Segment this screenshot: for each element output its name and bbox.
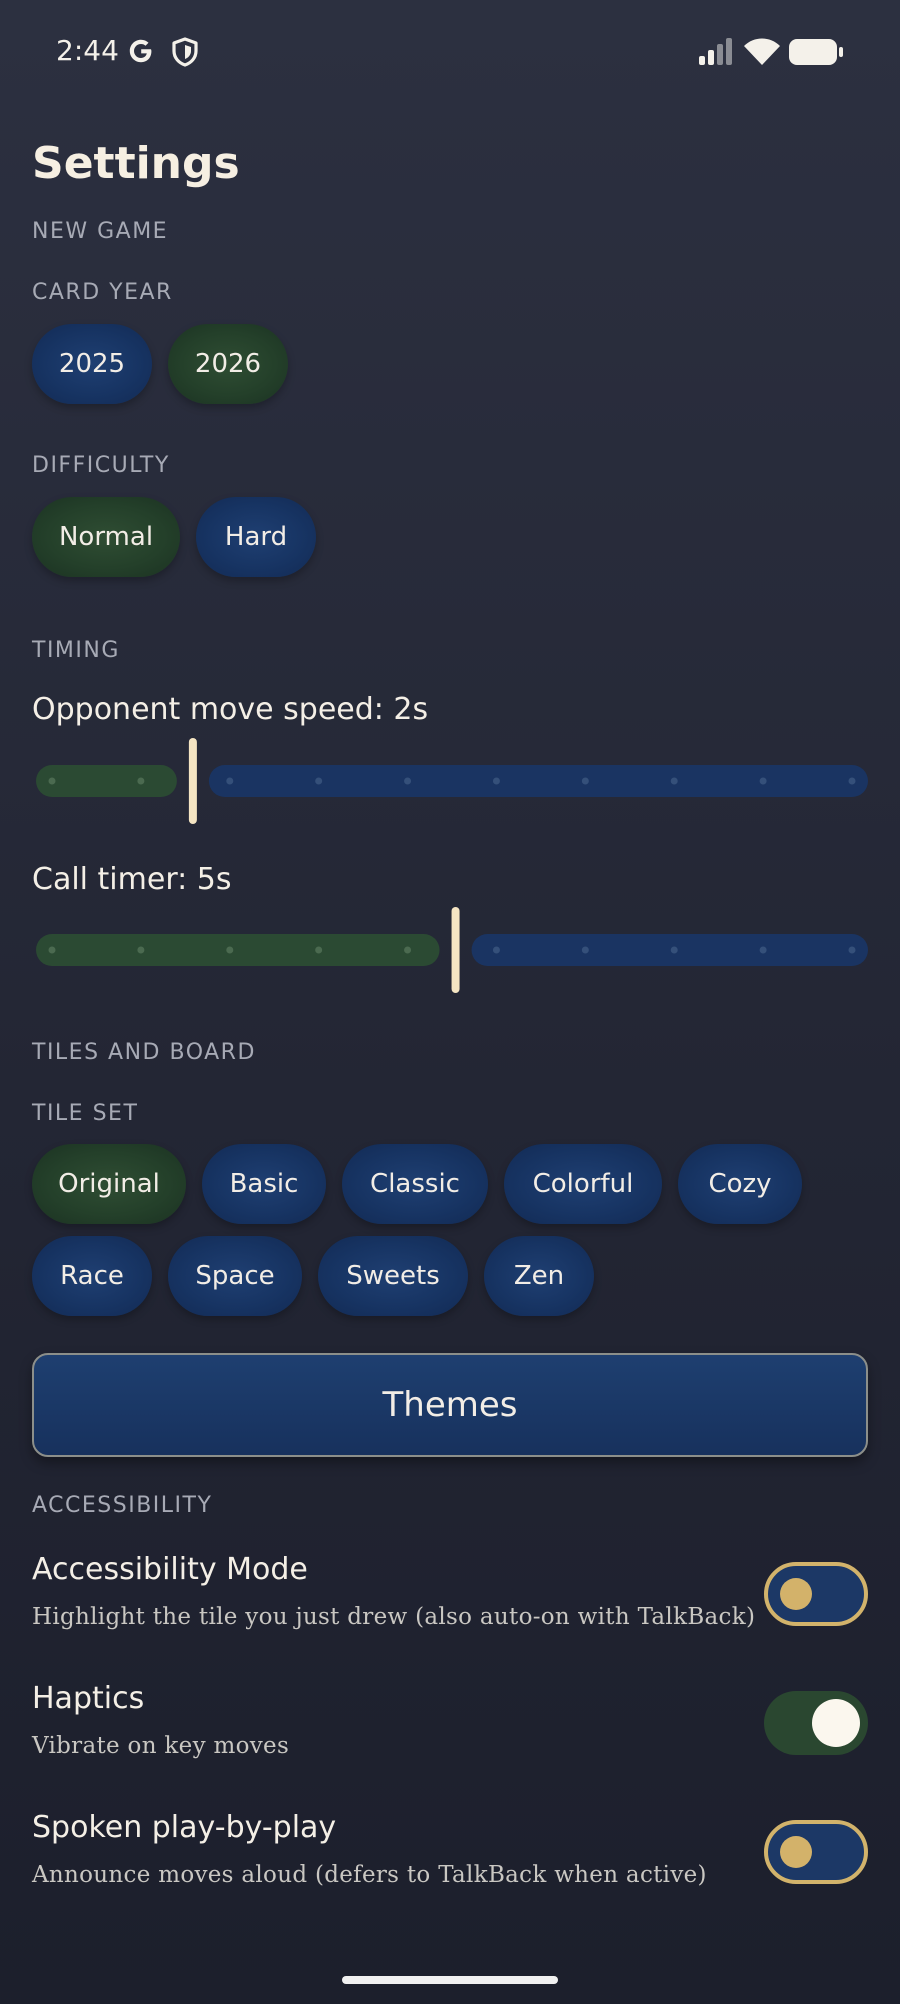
setting-description: Vibrate on key moves <box>32 1733 290 1759</box>
setting-title: Haptics <box>32 1681 145 1716</box>
slider-inactive-track <box>471 934 868 966</box>
section-label-new-game: NEW GAME <box>32 219 169 244</box>
setting-description: Highlight the tile you just drew (also a… <box>32 1604 756 1630</box>
slider-tick-dot <box>48 777 56 785</box>
slider-tick-dot <box>404 946 412 954</box>
section-label-tiles-and-board: TILES AND BOARD <box>32 1040 256 1065</box>
section-label-timing: TIMING <box>32 638 120 663</box>
haptics-toggle[interactable] <box>764 1691 868 1755</box>
tile-set-chips-row2: Race Space Sweets Zen <box>32 1236 594 1316</box>
call-timer-label: Call timer: 5s <box>32 862 232 897</box>
chip-tile-space[interactable]: Space <box>168 1236 302 1316</box>
slider-tick-dot <box>492 777 500 785</box>
slider-tick-dot <box>759 777 767 785</box>
chip-card-year-2026[interactable]: 2026 <box>168 324 288 404</box>
status-bar: 2:44 <box>0 0 900 104</box>
opponent-speed-label: Opponent move speed: 2s <box>32 692 429 727</box>
card-year-chips: 2025 2026 <box>32 324 288 404</box>
slider-tick-dot <box>581 946 589 954</box>
slider-tick-dot <box>137 777 145 785</box>
shield-icon <box>172 37 198 67</box>
slider-tick-dot <box>48 946 56 954</box>
toggle-knob <box>812 1699 860 1747</box>
setting-spoken-play-by-play[interactable]: Spoken play-by-play Announce moves aloud… <box>32 1810 868 1910</box>
slider-tick-dot <box>226 777 234 785</box>
chip-tile-classic[interactable]: Classic <box>342 1144 488 1224</box>
chip-tile-sweets[interactable]: Sweets <box>318 1236 468 1316</box>
slider-inactive-track <box>208 765 868 797</box>
themes-button[interactable]: Themes <box>32 1353 868 1457</box>
difficulty-label: DIFFICULTY <box>32 453 170 478</box>
card-year-label: CARD YEAR <box>32 280 173 305</box>
setting-title: Accessibility Mode <box>32 1552 308 1587</box>
opponent-speed-slider[interactable] <box>36 736 868 826</box>
slider-tick-dot <box>759 946 767 954</box>
setting-description: Announce moves aloud (defers to TalkBack… <box>32 1862 707 1888</box>
home-indicator[interactable] <box>342 1976 558 1984</box>
call-timer-slider[interactable] <box>36 905 868 995</box>
slider-tick-dot <box>670 777 678 785</box>
setting-accessibility-mode[interactable]: Accessibility Mode Highlight the tile yo… <box>32 1552 868 1652</box>
setting-haptics[interactable]: Haptics Vibrate on key moves <box>32 1681 868 1781</box>
signal-icon <box>699 38 732 65</box>
wifi-icon <box>744 38 780 65</box>
slider-tick-dot <box>581 777 589 785</box>
slider-tick-dot <box>137 946 145 954</box>
accessibility-mode-toggle[interactable] <box>764 1562 868 1626</box>
page-title: Settings <box>32 138 240 189</box>
section-label-accessibility: ACCESSIBILITY <box>32 1493 213 1518</box>
chip-tile-basic[interactable]: Basic <box>202 1144 326 1224</box>
call-timer-track <box>36 907 868 993</box>
slider-tick-dot <box>848 946 856 954</box>
status-time: 2:44 <box>56 34 119 67</box>
slider-tick-dot <box>848 777 856 785</box>
chip-tile-zen[interactable]: Zen <box>484 1236 594 1316</box>
chip-tile-colorful[interactable]: Colorful <box>504 1144 662 1224</box>
toggle-knob <box>780 1578 812 1610</box>
slider-tick-dot <box>315 946 323 954</box>
tile-set-chips-row1: Original Basic Classic Colorful Cozy <box>32 1144 802 1224</box>
setting-title: Spoken play-by-play <box>32 1810 337 1845</box>
chip-difficulty-hard[interactable]: Hard <box>196 497 316 577</box>
opponent-speed-track <box>36 738 868 824</box>
slider-tick-dot <box>226 946 234 954</box>
chip-difficulty-normal[interactable]: Normal <box>32 497 180 577</box>
chip-tile-original[interactable]: Original <box>32 1144 186 1224</box>
slider-thumb <box>451 907 460 993</box>
battery-icon <box>789 39 843 65</box>
slider-tick-dot <box>492 946 500 954</box>
spoken-play-by-play-toggle[interactable] <box>764 1820 868 1884</box>
slider-tick-dot <box>315 777 323 785</box>
slider-active-track <box>36 934 440 966</box>
slider-thumb <box>188 738 197 824</box>
toggle-knob <box>780 1836 812 1868</box>
slider-tick-dot <box>404 777 412 785</box>
difficulty-chips: Normal Hard <box>32 497 316 577</box>
chip-card-year-2025[interactable]: 2025 <box>32 324 152 404</box>
slider-tick-dot <box>670 946 678 954</box>
slider-active-track <box>36 765 177 797</box>
tile-set-label: TILE SET <box>32 1101 139 1126</box>
google-g-icon <box>129 39 152 63</box>
chip-tile-race[interactable]: Race <box>32 1236 152 1316</box>
chip-tile-cozy[interactable]: Cozy <box>678 1144 802 1224</box>
